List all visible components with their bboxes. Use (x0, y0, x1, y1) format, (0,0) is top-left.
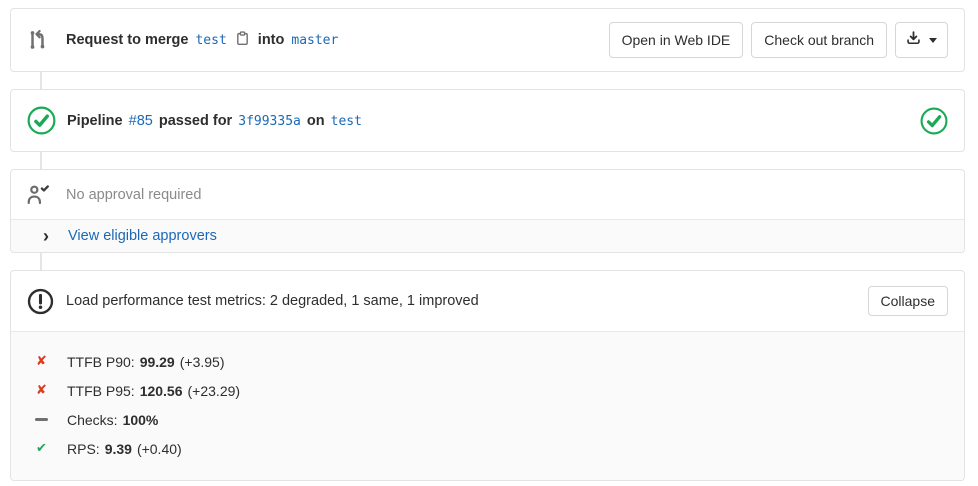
mr-actions: Open in Web IDE Check out branch (609, 22, 948, 58)
metric-delta: (+0.40) (137, 441, 182, 457)
commit-sha-link[interactable]: 3f99335a (238, 114, 301, 129)
mini-pipeline-stage-icon[interactable] (920, 107, 948, 135)
collapse-button[interactable]: Collapse (868, 286, 948, 316)
mr-header-card: Request to merge test into master Open i… (10, 8, 965, 72)
metric-value: 100% (123, 412, 159, 428)
pipeline-on-label: on (307, 113, 325, 129)
metric-label: TTFB P90: (67, 354, 135, 370)
pipeline-card: Pipeline #85 passed for 3f99335a on test (10, 89, 965, 152)
view-eligible-approvers-link[interactable]: View eligible approvers (68, 228, 217, 244)
pipeline-ref-branch-link[interactable]: test (331, 114, 362, 129)
mr-into-label: into (258, 32, 285, 48)
same-icon (34, 418, 49, 421)
alert-exclamation-icon (27, 288, 66, 315)
chevron-right-icon[interactable]: › (43, 229, 49, 243)
merge-request-widget: Request to merge test into master Open i… (10, 8, 965, 481)
card-connector-line (40, 38, 42, 292)
open-web-ide-button[interactable]: Open in Web IDE (609, 22, 744, 58)
pipeline-status-text: passed for (159, 113, 232, 129)
load-performance-summary: Load performance test metrics: 2 degrade… (66, 293, 479, 309)
pipeline-label: Pipeline (67, 113, 123, 129)
degraded-icon: ✘ (34, 383, 49, 398)
load-performance-card: Load performance test metrics: 2 degrade… (10, 270, 965, 481)
mr-title-prefix: Request to merge (66, 32, 188, 48)
clipboard-icon (235, 30, 250, 50)
metric-label: Checks: (67, 412, 118, 428)
metric-row: ✘ TTFB P90: 99.29 (+3.95) (11, 347, 964, 376)
metric-row: ✔ RPS: 9.39 (+0.40) (11, 434, 964, 463)
approvals-card: No approval required › View eligible app… (10, 169, 965, 253)
metric-delta: (+23.29) (188, 383, 241, 399)
mr-title: Request to merge test into master (66, 30, 338, 50)
metric-value: 120.56 (140, 383, 183, 399)
copy-branch-button[interactable] (234, 30, 251, 50)
checkout-branch-button[interactable]: Check out branch (751, 22, 887, 58)
source-branch-link[interactable]: test (195, 33, 226, 48)
metric-row: ✘ TTFB P95: 120.56 (+23.29) (11, 376, 964, 405)
pipeline-text: Pipeline #85 passed for 3f99335a on test (67, 113, 362, 129)
metrics-list: ✘ TTFB P90: 99.29 (+3.95) ✘ TTFB P95: 12… (11, 331, 964, 480)
download-icon (906, 30, 921, 50)
metric-row: Checks: 100% (11, 405, 964, 434)
eligible-approvers-row: › View eligible approvers (11, 219, 964, 252)
target-branch-link[interactable]: master (291, 33, 338, 48)
metric-value: 99.29 (140, 354, 175, 370)
pipeline-status-passed-icon[interactable] (27, 106, 67, 135)
metric-label: TTFB P95: (67, 383, 135, 399)
metric-value: 9.39 (105, 441, 132, 457)
metric-label: RPS: (67, 441, 100, 457)
metric-delta: (+3.95) (180, 354, 225, 370)
improved-icon: ✔ (34, 441, 49, 456)
pipeline-id-link[interactable]: #85 (129, 113, 153, 129)
download-dropdown-button[interactable] (895, 22, 948, 58)
caret-down-icon (929, 38, 937, 43)
merge-request-icon (27, 29, 66, 51)
degraded-icon: ✘ (34, 354, 49, 369)
approval-status-text: No approval required (66, 187, 201, 203)
approval-user-check-icon (27, 185, 66, 204)
